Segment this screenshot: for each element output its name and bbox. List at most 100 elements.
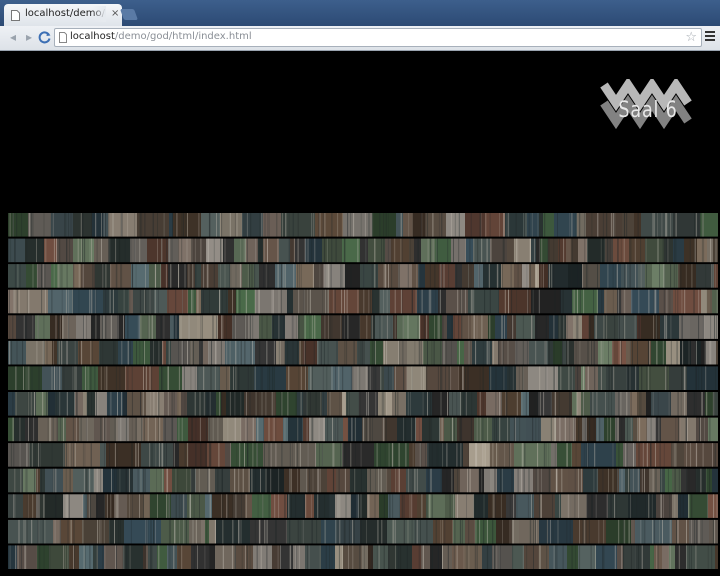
thumbnail-streak	[190, 366, 192, 390]
thumbnail-streak	[218, 443, 220, 467]
thumbnail-streak	[307, 238, 309, 263]
thumbnail-streak	[423, 366, 425, 390]
thumbnail-streak	[607, 417, 609, 442]
thumbnail-streak	[481, 315, 483, 339]
thumbnail-streak	[263, 238, 265, 263]
thumbnail-streak	[442, 545, 443, 569]
thumbnail-streak	[282, 264, 284, 288]
thumbnail-tile	[417, 289, 438, 314]
thumbnail-streak	[397, 468, 399, 493]
thumbnail-streak	[363, 417, 365, 442]
thumbnail-streak	[326, 264, 328, 288]
browser-toolbar: ◂ ▸ localhost/demo/god/html/index.html ☆	[0, 26, 720, 51]
thumbnail-tile	[387, 519, 414, 544]
thumbnail-streak	[378, 519, 380, 544]
thumbnail-tile	[263, 443, 293, 467]
thumbnail-streak	[327, 340, 329, 365]
thumbnail-streak	[360, 213, 362, 237]
thumbnail-streak	[170, 264, 172, 288]
thumbnail-streak	[400, 213, 402, 237]
thumbnail-tile	[79, 545, 93, 569]
thumbnail-streak	[197, 545, 198, 569]
thumbnail-streak	[281, 443, 283, 467]
thumbnail-streak	[502, 238, 504, 263]
thumbnail-streak	[380, 366, 382, 390]
thumbnail-streak	[674, 494, 676, 518]
thumbnail-streak	[199, 494, 200, 518]
thumbnail-streak	[512, 519, 514, 544]
thumbnail-streak	[284, 264, 286, 288]
thumbnail-streak	[156, 340, 158, 365]
thumbnail-streak	[181, 213, 183, 237]
thumbnail-streak	[319, 213, 321, 237]
thumbnail-streak	[684, 392, 686, 416]
thumbnail-streak	[305, 366, 307, 390]
thumbnail-tile	[651, 392, 671, 416]
new-tab-button[interactable]	[119, 9, 139, 20]
thumbnail-streak	[137, 468, 139, 493]
thumbnail-streak	[84, 443, 86, 467]
thumbnail-streak	[309, 366, 311, 390]
thumbnail-streak	[13, 289, 15, 314]
thumbnail-streak	[89, 545, 91, 569]
thumbnail-streak	[637, 468, 639, 493]
thumbnail-streak	[522, 315, 524, 339]
thumbnail-streak	[347, 213, 349, 237]
video-thumbnail-mosaic[interactable]	[8, 212, 718, 570]
browser-tab[interactable]: localhost/demo/god/ht ×	[4, 4, 122, 26]
thumbnail-tile	[303, 392, 307, 416]
back-arrow-icon[interactable]: ◂	[6, 30, 20, 44]
close-icon[interactable]: ×	[111, 8, 119, 20]
thumbnail-streak	[320, 392, 322, 416]
thumbnail-streak	[252, 315, 254, 339]
thumbnail-tile	[373, 545, 388, 569]
thumbnail-streak	[233, 315, 235, 339]
thumbnail-streak	[297, 264, 299, 288]
thumbnail-streak	[569, 392, 571, 416]
thumbnail-tile	[659, 289, 673, 314]
thumbnail-streak	[329, 545, 331, 569]
thumbnail-streak	[354, 468, 356, 493]
thumbnail-streak	[454, 417, 455, 442]
thumbnail-streak	[168, 494, 170, 518]
thumbnail-streak	[652, 519, 654, 544]
thumbnail-streak	[11, 340, 13, 365]
thumbnail-streak	[528, 213, 530, 237]
page-icon	[11, 10, 20, 21]
thumbnail-streak	[606, 315, 608, 339]
thumbnail-streak	[255, 238, 257, 263]
menu-icon[interactable]	[705, 31, 715, 43]
thumbnail-streak	[112, 289, 114, 314]
thumbnail-tile	[231, 443, 263, 467]
thumbnail-streak	[52, 468, 54, 493]
thumbnail-tile	[35, 315, 50, 339]
bookmark-star-icon[interactable]: ☆	[685, 29, 697, 46]
thumbnail-streak	[554, 443, 556, 467]
tab-title-fade	[92, 6, 106, 22]
thumbnail-streak	[178, 545, 180, 569]
thumbnail-streak	[712, 519, 714, 544]
thumbnail-streak	[153, 340, 154, 365]
thumbnail-streak	[623, 519, 625, 544]
thumbnail-streak	[56, 238, 58, 263]
thumbnail-streak	[570, 392, 572, 416]
reload-icon[interactable]	[38, 30, 52, 44]
forward-arrow-icon[interactable]: ▸	[22, 30, 36, 44]
thumbnail-streak	[246, 213, 248, 237]
thumbnail-tile	[690, 315, 704, 339]
thumbnail-streak	[701, 519, 703, 544]
thumbnail-streak	[297, 238, 299, 263]
thumbnail-streak	[470, 264, 472, 288]
thumbnail-tile	[712, 468, 718, 493]
thumbnail-streak	[312, 468, 314, 493]
thumbnail-streak	[405, 443, 407, 467]
address-bar[interactable]: localhost/demo/god/html/index.html ☆	[54, 28, 702, 47]
thumbnail-streak	[669, 519, 671, 544]
thumbnail-streak	[272, 315, 274, 339]
thumbnail-streak	[265, 468, 267, 493]
thumbnail-streak	[195, 519, 197, 544]
thumbnail-streak	[546, 366, 548, 390]
thumbnail-streak	[280, 289, 282, 314]
thumbnail-streak	[638, 289, 640, 314]
thumbnail-streak	[702, 315, 704, 339]
